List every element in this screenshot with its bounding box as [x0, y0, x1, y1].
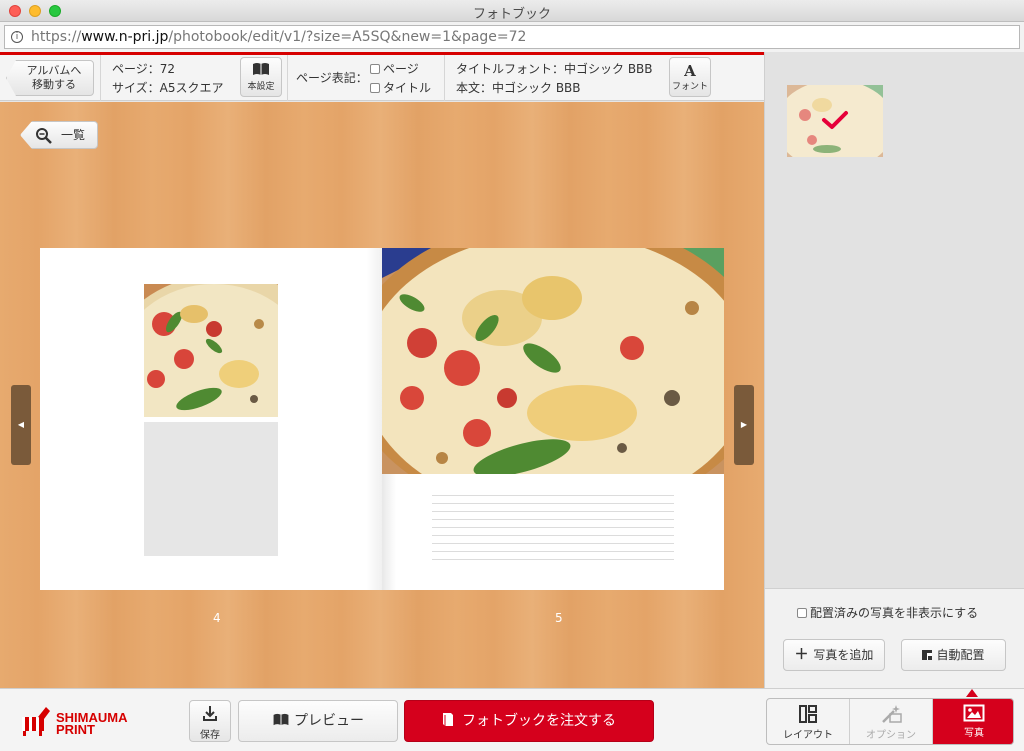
book-settings-button[interactable]: 本設定	[240, 57, 282, 97]
tab-photos-label: 写真	[964, 728, 984, 739]
bottom-bar: SHIMAUMA PRINT 保存 プレビュー フォトブックを注文する レイアウ…	[0, 688, 1024, 751]
address-bar: i https://www.n-pri.jp/photobook/edit/v1…	[0, 22, 1024, 52]
toolbar-divider	[444, 55, 445, 101]
prev-page-button[interactable]: ◀	[11, 385, 31, 465]
font-label: フォント	[671, 82, 708, 92]
title-checkbox-label: タイトル	[383, 81, 432, 95]
chevron-right-icon: ▶	[740, 420, 748, 429]
url-path: /photobook/edit/v1/?size=A5SQ&new=1&page…	[168, 29, 527, 45]
title-font-info: タイトルフォント：中ゴシック BBB	[456, 62, 653, 76]
download-icon	[203, 706, 217, 721]
image-icon	[963, 704, 985, 722]
zebra-icon	[22, 707, 50, 736]
back-to-album-button[interactable]: アルバムへ 移動する	[6, 60, 94, 96]
url-prefix: https://	[31, 29, 82, 45]
open-book-icon	[273, 713, 289, 726]
auto-place-button[interactable]: 自動配置	[901, 639, 1006, 671]
page-checkbox-label: ページ	[383, 62, 419, 76]
add-photo-label: 写真を追加	[813, 648, 874, 662]
text-placeholder[interactable]	[432, 488, 674, 566]
left-page-photo[interactable]	[144, 284, 278, 417]
add-photo-button[interactable]: ＋ 写真を追加	[783, 639, 885, 671]
right-page[interactable]	[382, 248, 724, 590]
photo-panel: 配置済みの写真を非表示にする ＋ 写真を追加 自動配置	[764, 52, 1024, 688]
magnifier-icon	[36, 128, 52, 144]
editor-toolbar: アルバムへ 移動する ページ：72 サイズ：A5スクエア 本設定 ページ表記： …	[0, 55, 764, 101]
order-label: フォトブックを注文する	[462, 713, 616, 729]
checkbox-icon[interactable]	[370, 64, 380, 74]
checkmark-icon	[822, 111, 848, 129]
right-page-photo[interactable]	[382, 248, 724, 474]
pizza-photo	[382, 248, 724, 474]
brand-name: SHIMAUMA PRINT	[56, 711, 128, 737]
editor-canvas: 一覧 4 5 ◀ ▶	[0, 102, 764, 688]
book-icon	[443, 713, 453, 726]
url-field[interactable]: i https://www.n-pri.jp/photobook/edit/v1…	[4, 25, 1020, 49]
overview-label: 一覧	[61, 128, 86, 142]
shimauma-logo: SHIMAUMA PRINT	[18, 703, 148, 739]
plus-icon: ＋	[794, 647, 814, 663]
tab-options[interactable]: オプション	[850, 699, 932, 744]
page-number-checkbox[interactable]: ページ	[370, 60, 419, 77]
tab-layout-label: レイアウト	[783, 730, 833, 741]
font-button[interactable]: A フォント	[669, 57, 711, 97]
body-font-info: 本文：中ゴシック BBB	[456, 81, 581, 95]
pizza-photo	[144, 284, 278, 417]
url-text: https://www.n-pri.jp/photobook/edit/v1/?…	[31, 29, 526, 45]
preview-button[interactable]: プレビュー	[238, 700, 398, 742]
toolbar-divider	[287, 55, 288, 101]
preview-label: プレビュー	[294, 713, 364, 729]
tab-options-label: オプション	[866, 730, 916, 741]
panel-tabs: レイアウト オプション 写真	[766, 698, 1014, 745]
photo-panel-actions: 配置済みの写真を非表示にする ＋ 写真を追加 自動配置	[765, 588, 1024, 688]
window-titlebar: フォトブック	[0, 0, 1024, 22]
info-icon[interactable]: i	[11, 31, 23, 43]
right-page-number: 5	[555, 611, 563, 625]
next-page-button[interactable]: ▶	[734, 385, 754, 465]
url-host: www.n-pri.jp	[81, 29, 169, 45]
chevron-left-icon: ◀	[17, 420, 25, 429]
layout-icon	[799, 705, 817, 723]
window-title: フォトブック	[472, 7, 551, 22]
page-display-label: ページ表記：	[296, 71, 368, 85]
order-photobook-button[interactable]: フォトブックを注文する	[404, 700, 654, 742]
page-count: ページ：72	[112, 62, 176, 76]
tab-layout[interactable]: レイアウト	[767, 699, 849, 744]
active-tab-pointer	[966, 689, 978, 697]
grid-icon	[922, 650, 933, 660]
checkbox-icon[interactable]	[797, 608, 807, 618]
title-checkbox[interactable]: タイトル	[370, 79, 431, 96]
book-settings-label: 本設定	[247, 82, 275, 92]
overview-button[interactable]: 一覧	[20, 121, 98, 149]
hide-placed-toggle[interactable]: 配置済みの写真を非表示にする	[797, 604, 978, 621]
book-size: サイズ：A5スクエア	[112, 81, 224, 95]
save-button[interactable]: 保存	[189, 700, 231, 742]
tab-photos[interactable]: 写真	[933, 699, 1013, 744]
hide-placed-label: 配置済みの写真を非表示にする	[810, 606, 979, 620]
font-icon: A	[684, 62, 696, 80]
back-label-line1: アルバムへ	[26, 64, 82, 77]
toolbar-divider	[100, 55, 101, 101]
back-label-line2: 移動する	[32, 78, 76, 91]
save-label: 保存	[200, 730, 220, 741]
open-book-icon	[241, 61, 281, 81]
left-page-number: 4	[213, 611, 221, 625]
left-page[interactable]	[40, 248, 382, 590]
empty-photo-slot[interactable]	[144, 422, 278, 556]
magic-wand-icon	[882, 705, 902, 723]
auto-place-label: 自動配置	[936, 648, 985, 662]
brand-line2: PRINT	[56, 722, 95, 737]
checkbox-icon[interactable]	[370, 83, 380, 93]
